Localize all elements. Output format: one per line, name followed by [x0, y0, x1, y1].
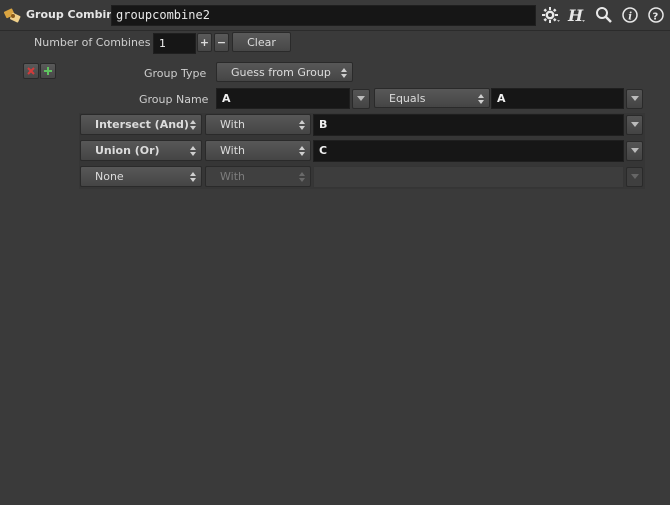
svg-text:H: H [567, 6, 584, 24]
row3-group-dropdown [626, 167, 643, 187]
add-combine-button[interactable]: + [197, 33, 212, 52]
row3-with-value: With [220, 170, 245, 183]
info-icon[interactable]: i [619, 5, 641, 25]
row2-group-field[interactable]: C [313, 140, 624, 162]
row1-group-dropdown[interactable] [626, 115, 643, 135]
group-type-menu[interactable]: Guess from Group [216, 62, 353, 82]
updown-arrow-icon [299, 172, 305, 182]
row2-operation-menu[interactable]: Union (Or) [80, 140, 202, 161]
help-h-icon[interactable]: H [566, 5, 588, 25]
number-of-combines-label: Number of Combines [34, 36, 151, 49]
updown-arrow-icon [190, 146, 196, 156]
chevron-down-icon [630, 148, 639, 153]
group-name-field[interactable]: A [216, 88, 350, 109]
group-name-operation-value: Equals [389, 91, 426, 105]
gear-icon[interactable] [540, 5, 562, 25]
updown-arrow-icon [190, 172, 196, 182]
parameter-header: Group Combine groupcombine2 H i ? [0, 0, 670, 30]
row1-group-field[interactable]: B [313, 114, 624, 136]
row1-operation-menu[interactable]: Intersect (And) [80, 114, 202, 135]
row3-with-menu: With [205, 166, 311, 187]
updown-arrow-icon [190, 120, 196, 130]
header-separator [0, 30, 670, 31]
number-of-combines-field[interactable]: 1 [153, 33, 196, 54]
row1-operation-value: Intersect (And) [95, 118, 189, 131]
chevron-down-icon [357, 96, 365, 101]
remove-entry-button[interactable] [23, 63, 39, 79]
group-name-label: Group Name [139, 93, 209, 106]
row2-with-value: With [220, 144, 245, 157]
updown-arrow-icon [299, 120, 305, 130]
updown-arrow-icon [341, 68, 347, 78]
group-name-target-field[interactable]: A [491, 88, 624, 109]
row2-with-menu[interactable]: With [205, 140, 311, 161]
updown-arrow-icon [478, 94, 484, 104]
remove-combine-button[interactable]: − [214, 33, 229, 52]
add-icon [44, 67, 52, 75]
group-type-label: Group Type [144, 67, 207, 80]
svg-text:?: ? [653, 12, 659, 23]
search-icon[interactable] [593, 5, 615, 25]
svg-text:i: i [628, 12, 632, 23]
group-combine-node-icon [4, 7, 22, 25]
chevron-down-icon [630, 96, 639, 101]
row3-group-field [313, 166, 624, 188]
group-name-dropdown[interactable] [352, 89, 370, 109]
updown-arrow-icon [299, 146, 305, 156]
node-name-input[interactable]: groupcombine2 [111, 5, 536, 26]
clear-button[interactable]: Clear [232, 32, 291, 52]
chevron-down-icon [630, 174, 639, 179]
help-question-icon[interactable]: ? [645, 5, 667, 25]
group-name-operation-menu[interactable]: Equals [374, 88, 490, 108]
group-name-target-dropdown[interactable] [626, 89, 643, 109]
row1-with-value: With [220, 118, 245, 131]
group-type-value: Guess from Group [231, 65, 331, 79]
row2-group-dropdown[interactable] [626, 141, 643, 161]
row1-with-menu[interactable]: With [205, 114, 311, 135]
insert-entry-button[interactable] [40, 63, 56, 79]
row3-operation-menu[interactable]: None [80, 166, 202, 187]
row3-operation-value: None [95, 170, 124, 183]
chevron-down-icon [630, 122, 639, 127]
row2-operation-value: Union (Or) [95, 144, 160, 157]
close-icon [27, 67, 35, 75]
node-type-label: Group Combine [26, 8, 122, 21]
